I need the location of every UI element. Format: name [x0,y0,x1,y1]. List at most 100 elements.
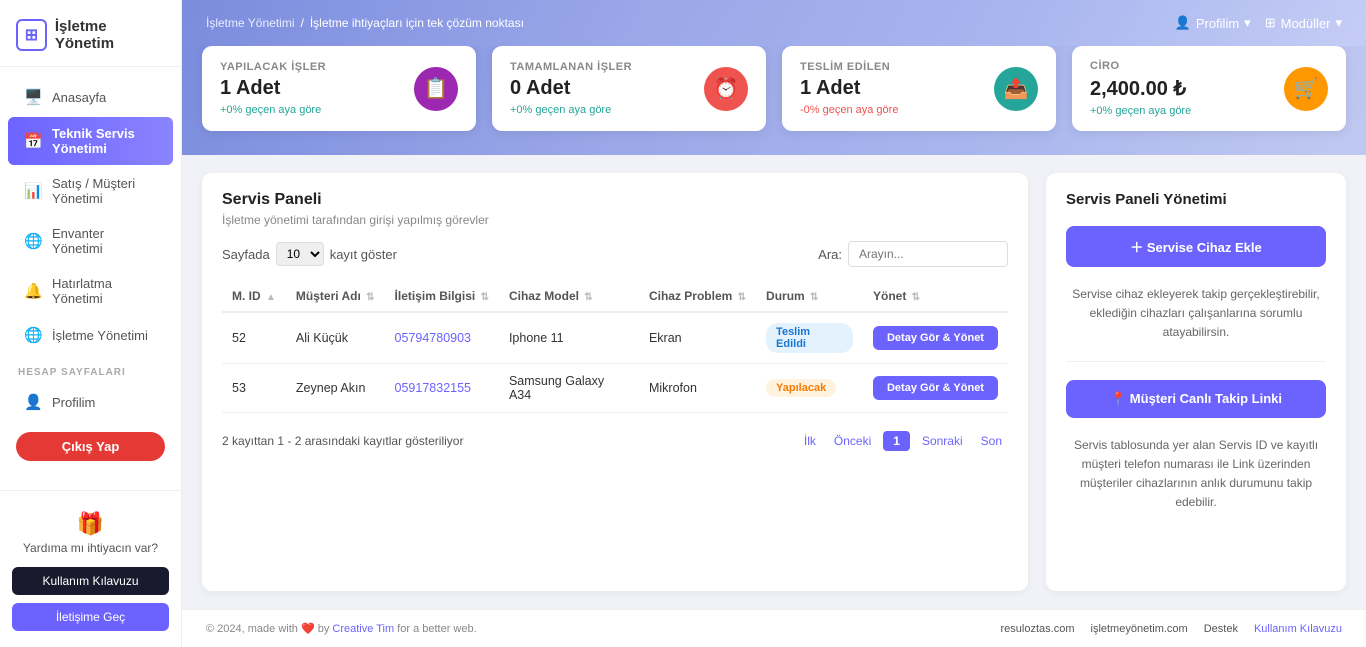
sidebar-item-hatirlatma[interactable]: 🔔 Hatırlatma Yönetimi [8,267,173,315]
cell-musteri: Zeynep Akın [286,364,385,413]
phone-link[interactable]: 05917832155 [395,381,471,395]
sidebar-item-label: Teknik Servis Yönetimi [52,126,157,156]
pagination-first-button[interactable]: İlk [798,432,822,450]
status-badge: Teslim Edildi [766,323,853,353]
sidebar-bottom: 🎁 Yardıma mı ihtiyacın var? Kullanım Kıl… [0,490,181,647]
creative-tim-link[interactable]: Creative Tim [332,623,394,635]
cell-yonet: Detay Gör & Yönet [863,312,1008,364]
pagination-last-button[interactable]: Son [975,432,1008,450]
sort-icon: ⇅ [738,292,746,303]
add-device-button[interactable]: ＋ Servise Cihaz Ekle [1066,226,1326,267]
help-text: Yardıma mı ihtiyacın var? [23,541,158,555]
sidebar-logo-label: İşletme Yönetim [55,18,165,52]
phone-link[interactable]: 05794780903 [395,331,471,345]
stat-change: +0% geçen aya göre [220,104,326,116]
search-input[interactable] [848,241,1008,267]
contact-button[interactable]: İletişime Geç [12,603,169,631]
breadcrumb-root[interactable]: İşletme Yönetimi [206,16,294,30]
records-per-page: Sayfada 10 25 50 kayıt göster [222,242,397,266]
sidebar-item-teknik-servis[interactable]: 📅 Teknik Servis Yönetimi [8,117,173,165]
footer-link-isletme[interactable]: işletmeyönetim.com [1091,623,1188,635]
profile-label: Profilim [1196,16,1239,31]
breadcrumb-current: İşletme ihtiyaçları için tek çözüm nokta… [310,16,524,30]
cell-cihaz: Samsung Galaxy A34 [499,364,639,413]
footer-link-resuloztas[interactable]: resuloztas.com [1001,623,1075,635]
col-durum: Durum ⇅ [756,281,863,312]
cell-durum: Teslim Edildi [756,312,863,364]
stat-card-yapilacak: YAPILACAK İŞLER 1 Adet +0% geçen aya gör… [202,46,476,131]
panel-title: Servis Paneli [222,191,1008,209]
sidebar-logo: ⊞ İşletme Yönetim [0,0,181,67]
col-mid: M. ID ▲ [222,281,286,312]
table-body: 52 Ali Küçük 05794780903 Iphone 11 Ekran… [222,312,1008,413]
stat-card-ciro: CİRO 2,400.00 ₺ +0% geçen aya göre 🛒 [1072,46,1346,131]
tracking-desc: Servis tablosunda yer alan Servis ID ve … [1066,436,1326,513]
sidebar-item-envanter[interactable]: 🌐 Envanter Yönetimi [8,217,173,265]
footer: © 2024, made with ❤️ by Creative Tim for… [182,609,1366,647]
sort-icon: ⇅ [584,292,592,303]
cell-problem: Mikrofon [639,364,756,413]
profile-chevron-icon: ▾ [1244,15,1251,31]
breadcrumb: İşletme Yönetimi / İşletme ihtiyaçları i… [206,16,524,30]
breadcrumb-separator: / [300,16,303,30]
pagination-prev-button[interactable]: Önceki [828,432,877,450]
gift-icon: 🎁 [23,511,158,537]
calendar-icon: 📅 [24,132,42,150]
stat-icon: ⏰ [704,67,748,111]
stat-value: 1 Adet [800,77,898,100]
globe2-icon: 🌐 [24,326,42,344]
heart-icon: ❤️ [301,623,315,635]
search-label: Ara: [818,247,842,262]
records-select[interactable]: 10 25 50 [276,242,324,266]
records-label: Sayfada [222,247,270,262]
content-area: Servis Paneli İşletme yönetimi tarafında… [182,155,1366,609]
pagination-info: 2 kayıttan 1 - 2 arasındaki kayıtlar gös… [222,434,463,448]
status-badge: Yapılacak [766,379,836,397]
servis-table: M. ID ▲ Müşteri Adı ⇅ İletişim Bilgisi ⇅… [222,281,1008,413]
page-number: 1 [883,431,910,451]
table-row: 53 Zeynep Akın 05917832155 Samsung Galax… [222,364,1008,413]
stat-icon: 📤 [994,67,1038,111]
sidebar-item-label: İşletme Yönetimi [52,328,148,343]
stat-value: 1 Adet [220,77,326,100]
stat-value: 0 Adet [510,77,632,100]
detail-button[interactable]: Detay Gör & Yönet [873,376,998,400]
table-row: 52 Ali Küçük 05794780903 Iphone 11 Ekran… [222,312,1008,364]
divider [1066,361,1326,362]
modules-button[interactable]: ⊞ Modüller ▾ [1265,15,1342,31]
detail-button[interactable]: Detay Gör & Yönet [873,326,998,350]
topbar: İşletme Yönetimi / İşletme ihtiyaçları i… [182,0,1366,46]
tracking-link-button[interactable]: 📍 Müşteri Canlı Takip Linki [1066,380,1326,418]
col-yonet: Yönet ⇅ [863,281,1008,312]
stat-card-tamamlanan: TAMAMLANAN İŞLER 0 Adet +0% geçen aya gö… [492,46,766,131]
sort-icon: ⇅ [810,292,818,303]
sidebar-item-profilim[interactable]: 👤 Profilim [8,384,173,420]
sort-icon: ⇅ [481,292,489,303]
help-section: 🎁 Yardıma mı ihtiyacın var? [23,503,158,559]
logout-button[interactable]: Çıkış Yap [16,432,165,461]
pagination-next-button[interactable]: Sonraki [916,432,969,450]
sidebar-item-isletme[interactable]: 🌐 İşletme Yönetimi [8,317,173,353]
bell-icon: 🔔 [24,282,42,300]
sidebar-section-label: HESAP SAYFALARI [0,355,181,382]
sidebar-item-satis-musteri[interactable]: 📊 Satış / Müşteri Yönetimi [8,167,173,215]
profile-button[interactable]: 👤 Profilim ▾ [1175,15,1251,31]
grid-icon: ⊞ [1265,15,1276,31]
table-header: M. ID ▲ Müşteri Adı ⇅ İletişim Bilgisi ⇅… [222,281,1008,312]
stat-left: TAMAMLANAN İŞLER 0 Adet +0% geçen aya gö… [510,61,632,116]
sidebar-item-anasayfa[interactable]: 🖥️ Anasayfa [8,79,173,115]
sort-icon: ⇅ [912,292,920,303]
table-controls: Sayfada 10 25 50 kayıt göster Ara: [222,241,1008,267]
pagination-controls: İlk Önceki 1 Sonraki Son [798,431,1008,451]
right-panel-title: Servis Paneli Yönetimi [1066,191,1326,208]
footer-link-destek[interactable]: Destek [1204,623,1238,635]
sidebar-item-label: Envanter Yönetimi [52,226,157,256]
help-guide-button[interactable]: Kullanım Kılavuzu [12,567,169,595]
stat-left: YAPILACAK İŞLER 1 Adet +0% geçen aya gör… [220,61,326,116]
stat-label: YAPILACAK İŞLER [220,61,326,73]
cell-durum: Yapılacak [756,364,863,413]
stat-change: +0% geçen aya göre [510,104,632,116]
globe-icon: 🌐 [24,232,42,250]
footer-link-kilavuz[interactable]: Kullanım Kılavuzu [1254,623,1342,635]
col-musteri: Müşteri Adı ⇅ [286,281,385,312]
